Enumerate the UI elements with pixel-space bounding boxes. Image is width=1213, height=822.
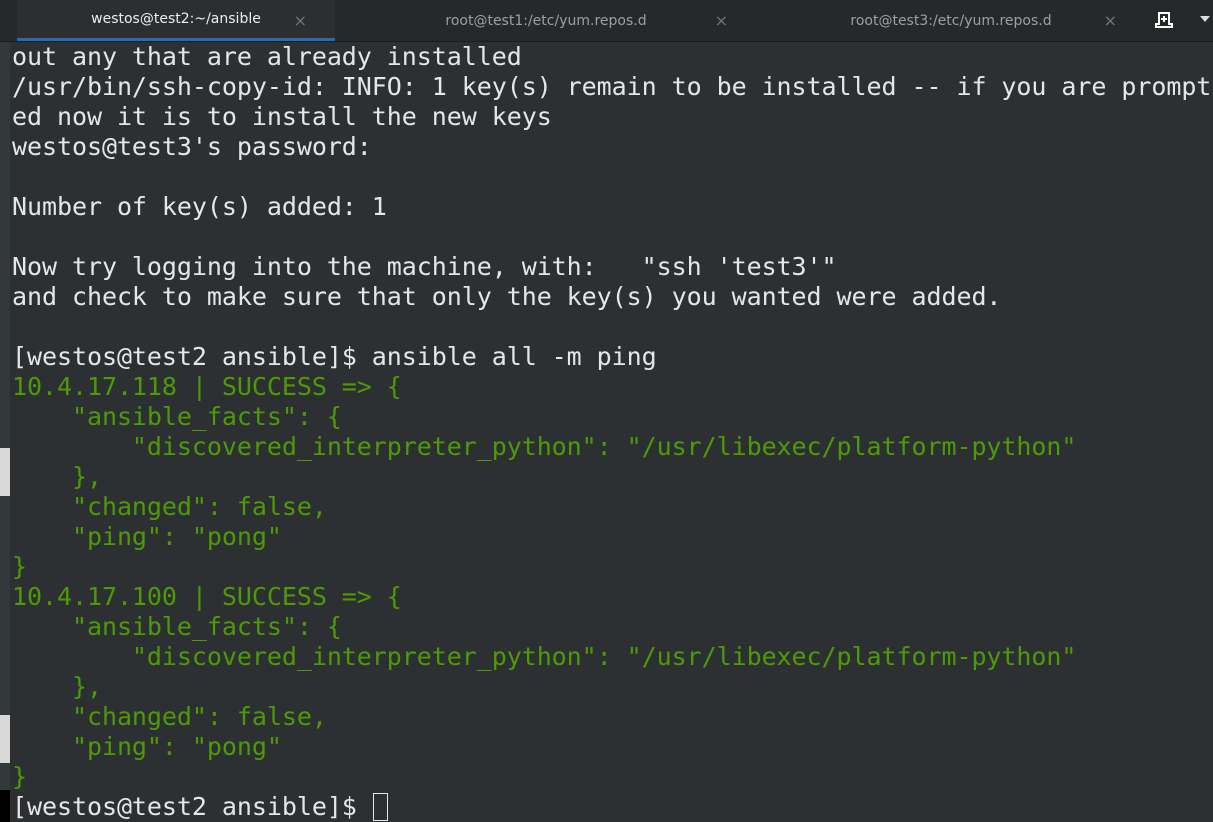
terminal-line: and check to make sure that only the key… [12,282,1002,311]
tab-label: westos@test2:~/ansible [91,11,261,27]
success-line: "discovered_interpreter_python": "/usr/l… [12,642,1077,671]
terminal-line: Number of key(s) added: 1 [12,192,387,221]
prompt-line[interactable]: [westos@test2 ansible]$ [12,792,1213,822]
success-line: "discovered_interpreter_python": "/usr/l… [12,432,1077,461]
chevron-down-icon[interactable] [1200,16,1210,22]
success-line: }, [12,462,102,491]
success-line: "ping": "pong" [12,732,282,761]
success-line: "changed": false, [12,702,327,731]
terminal-line: /usr/bin/ssh-copy-id: INFO: 1 key(s) rem… [12,72,1212,101]
close-icon[interactable]: × [715,11,728,30]
tab-westos-test2[interactable]: westos@test2:~/ansible × [17,0,335,41]
tab-label: root@test1:/etc/yum.repos.d [445,12,647,29]
tab-root-test1[interactable]: root@test1:/etc/yum.repos.d × [336,0,756,41]
command-line: [westos@test2 ansible]$ ansible all -m p… [12,342,657,371]
terminal-output[interactable]: out any that are already installed /usr/… [12,42,1213,822]
success-line: 10.4.17.118 | SUCCESS => { [12,372,402,401]
terminal-line: Now try logging into the machine, with: … [12,252,837,281]
success-line: } [12,552,27,581]
new-tab-icon[interactable] [1155,12,1173,28]
success-line: } [12,762,27,791]
tab-label: root@test3:/etc/yum.repos.d [850,12,1052,29]
background-window-edge [0,0,10,822]
close-icon[interactable]: × [1104,11,1117,30]
terminal-line: westos@test3's password: [12,132,387,161]
success-line: "ansible_facts": { [12,612,342,641]
terminal-line: ed now it is to install the new keys [12,102,552,131]
tab-bar: westos@test2:~/ansible × root@test1:/etc… [0,0,1213,42]
terminal-line: out any that are already installed [12,42,522,71]
success-line: "ansible_facts": { [12,402,342,431]
tab-root-test3[interactable]: root@test3:/etc/yum.repos.d × [757,0,1145,41]
text-cursor [372,793,388,821]
success-line: "changed": false, [12,492,327,521]
success-line: }, [12,672,102,701]
close-icon[interactable]: × [294,11,307,30]
prompt: [westos@test2 ansible]$ [12,792,372,821]
success-line: 10.4.17.100 | SUCCESS => { [12,582,402,611]
success-line: "ping": "pong" [12,522,282,551]
